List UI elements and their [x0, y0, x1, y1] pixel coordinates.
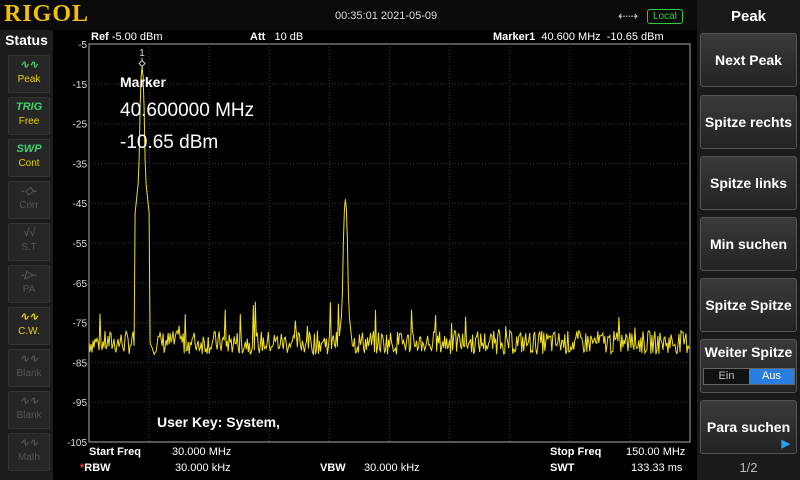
marker-box-amplitude: -10.65 dBm: [120, 132, 219, 153]
submenu-arrow-icon: ▶: [781, 438, 790, 450]
y-axis-labels: -5 -15 -25 -35 -45 -55 -65 -75 -85 -95 -105: [67, 40, 87, 449]
y-tick-label: -35: [73, 159, 88, 170]
stop-freq-value[interactable]: 150.00 MHz: [626, 446, 685, 458]
toggle-on-option[interactable]: Ein: [704, 369, 749, 384]
rbw-label: *RBW: [80, 462, 111, 474]
next-peak-button[interactable]: Next Peak: [700, 33, 797, 87]
y-tick-label: -15: [73, 80, 88, 91]
local-badge[interactable]: Local: [647, 9, 683, 24]
y-tick-label: -65: [73, 279, 88, 290]
rigol-logo: RIGOL: [4, 1, 90, 27]
stop-freq-label: Stop Freq: [550, 446, 602, 458]
status-math-label: Math: [17, 452, 41, 463]
peak-left-button[interactable]: Spitze links: [700, 156, 797, 210]
continuous-peak-label: Weiter Spitze: [704, 344, 793, 360]
marker-box-title: Marker: [120, 74, 166, 90]
swt-label: SWT: [550, 462, 575, 474]
y-tick-label: -25: [73, 120, 88, 131]
search-param-label: Para suchen: [706, 419, 791, 435]
menu-title: Peak: [730, 8, 767, 25]
toggle-off-option[interactable]: Aus: [749, 369, 794, 384]
min-search-button[interactable]: Min suchen: [700, 217, 797, 271]
y-tick-label: -45: [73, 199, 88, 210]
vbw-label: VBW: [320, 462, 346, 474]
attenuation[interactable]: Att 10 dB: [250, 31, 303, 43]
marker1-readout: Marker1 40.600 MHz -10.65 dBm: [493, 31, 664, 43]
user-key-label: User Key: System,: [157, 414, 280, 430]
datetime-display: 00:35:01 2021-05-09: [335, 10, 438, 22]
peak-peak-button[interactable]: Spitze Spitze: [700, 278, 797, 332]
start-freq-value[interactable]: 30.000 MHz: [172, 446, 231, 458]
y-tick-label: -55: [73, 239, 88, 250]
spectrum-plot[interactable]: -5 -15 -25 -35 -45 -55 -65 -75 -85 -95 -105 1: [0, 30, 697, 450]
usb-icon: ⇠⇢: [618, 9, 639, 23]
menu-page-indicator[interactable]: 1/2: [697, 460, 800, 475]
marker-number: 1: [139, 48, 145, 59]
continuous-peak-toggle[interactable]: Ein Aus: [703, 368, 795, 385]
vbw-value[interactable]: 30.000 kHz: [364, 462, 420, 474]
peak-right-button[interactable]: Spitze rechts: [700, 95, 797, 149]
start-freq-label: Start Freq: [89, 446, 141, 458]
rbw-value[interactable]: 30.000 kHz: [175, 462, 231, 474]
y-tick-label: -5: [78, 40, 87, 51]
ref-level[interactable]: Ref -5.00 dBm: [91, 31, 163, 43]
y-tick-label: -75: [73, 319, 88, 330]
y-tick-label: -105: [67, 438, 87, 449]
y-tick-label: -95: [73, 398, 88, 409]
swt-value[interactable]: 133.33 ms: [631, 462, 682, 474]
search-param-button[interactable]: Para suchen ▶: [700, 400, 797, 454]
y-tick-label: -85: [73, 358, 88, 369]
marker-box-frequency: 40.600000 MHz: [120, 100, 255, 121]
